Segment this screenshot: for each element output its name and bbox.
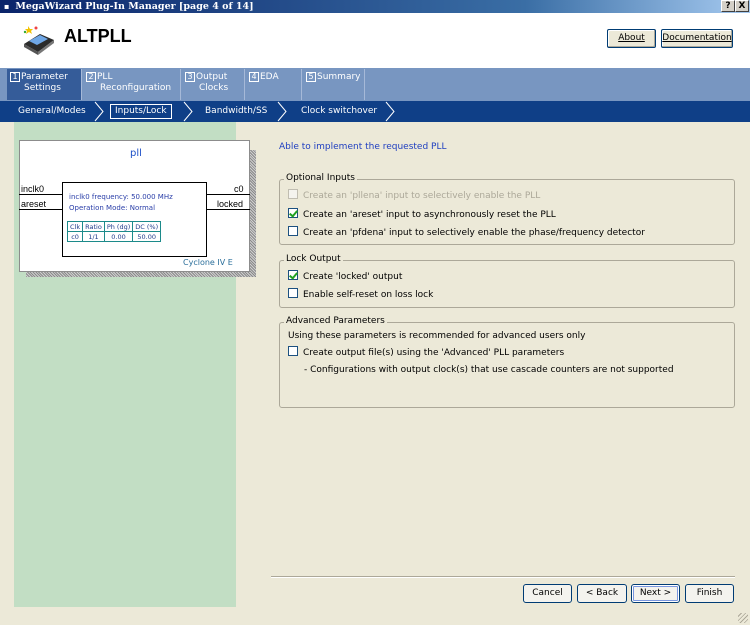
locked-checkbox-option[interactable]: Create 'locked' output bbox=[288, 270, 402, 282]
locked-label: Create 'locked' output bbox=[303, 272, 403, 282]
pin-locked: locked bbox=[217, 199, 244, 209]
table-header: DC (%) bbox=[132, 221, 162, 232]
tab-label: Parameter bbox=[21, 72, 68, 82]
advanced-description: Using these parameters is recommended fo… bbox=[288, 331, 586, 341]
page-title: ALTPLL bbox=[64, 26, 132, 46]
button-separator bbox=[271, 576, 735, 578]
table-cell: 0.00 bbox=[103, 231, 134, 242]
tab-label: Output bbox=[196, 72, 228, 82]
self-reset-checkbox[interactable] bbox=[288, 288, 298, 298]
table-cell: 1/1 bbox=[82, 231, 105, 242]
subtab-general-modes[interactable]: General/Modes bbox=[18, 105, 86, 118]
pin-areset: areset bbox=[21, 199, 47, 209]
subtab-bandwidth-ss[interactable]: Bandwidth/SS bbox=[205, 105, 267, 118]
chevron-right-icon bbox=[277, 101, 287, 122]
cancel-button[interactable]: Cancel bbox=[523, 584, 572, 603]
megawizard-logo-icon bbox=[23, 26, 54, 55]
group-title-advanced-parameters: Advanced Parameters bbox=[284, 316, 387, 326]
lock-output-group bbox=[279, 260, 735, 308]
locked-checkbox[interactable] bbox=[288, 270, 298, 280]
advanced-label: Create output file(s) using the 'Advance… bbox=[303, 348, 565, 358]
subtab-clock-switchover[interactable]: Clock switchover bbox=[301, 105, 377, 118]
main-tab-strip: 1 Parameter Settings 2 PLL Reconfiguration… bbox=[0, 68, 750, 101]
back-button[interactable]: < Back bbox=[577, 584, 627, 603]
pin-line bbox=[19, 194, 62, 195]
pin-inclk0: inclk0 bbox=[21, 184, 45, 194]
diagram-title: pll bbox=[130, 148, 142, 159]
clock-table: Clk Ratio Ph (dg) DC (%) c0 1/1 0.00 50.… bbox=[66, 221, 162, 242]
areset-checkbox-option[interactable]: Create an 'areset' input to asynchronous… bbox=[288, 208, 556, 220]
window-title-bar: ▪ MegaWizard Plug-In Manager [page 4 of … bbox=[0, 0, 750, 13]
pfdena-checkbox[interactable] bbox=[288, 226, 298, 236]
pfdena-checkbox-option[interactable]: Create an 'pfdena' input to selectively … bbox=[288, 226, 645, 238]
tab-label: EDA bbox=[260, 72, 279, 82]
table-header: Clk bbox=[66, 221, 84, 232]
close-button[interactable]: X bbox=[735, 0, 749, 12]
tab-pll-reconfiguration[interactable]: 2 PLL Reconfiguration bbox=[83, 69, 181, 100]
table-header: Ratio bbox=[82, 221, 105, 232]
table-cell: 50.00 bbox=[132, 231, 162, 242]
group-title-lock-output: Lock Output bbox=[284, 254, 343, 264]
table-row: c0 1/1 0.00 50.00 bbox=[66, 231, 162, 242]
chevron-right-icon bbox=[183, 101, 193, 122]
tab-number: 3 bbox=[185, 72, 195, 82]
cascade-counters-note: - Configurations with output clock(s) th… bbox=[304, 365, 674, 375]
pin-line bbox=[19, 209, 62, 210]
finish-button[interactable]: Finish bbox=[685, 584, 734, 603]
pllena-label: Create an 'pllena' input to selectively … bbox=[303, 191, 541, 201]
table-header-row: Clk Ratio Ph (dg) DC (%) bbox=[66, 221, 162, 232]
tab-output-clocks[interactable]: 3 Output Clocks bbox=[182, 69, 245, 100]
advanced-checkbox[interactable] bbox=[288, 346, 298, 356]
tab-label-line2: Clocks bbox=[199, 83, 229, 93]
sub-tab-bar: General/Modes Inputs/Lock Bandwidth/SS C… bbox=[0, 101, 750, 122]
self-reset-label: Enable self-reset on loss lock bbox=[303, 290, 434, 300]
tab-summary[interactable]: 5 Summary bbox=[303, 69, 365, 100]
pin-line bbox=[207, 209, 250, 210]
tab-number: 1 bbox=[10, 72, 20, 82]
table-cell: c0 bbox=[66, 231, 84, 242]
help-button[interactable]: ? bbox=[721, 0, 735, 12]
tab-number: 2 bbox=[86, 72, 96, 82]
operation-mode-text: Operation Mode: Normal bbox=[69, 204, 156, 212]
pllena-checkbox-option[interactable]: Create an 'pllena' input to selectively … bbox=[288, 189, 540, 201]
tab-eda[interactable]: 4 EDA bbox=[246, 69, 302, 100]
tab-number: 4 bbox=[249, 72, 259, 82]
device-family-label: Cyclone IV E bbox=[183, 258, 233, 267]
pllena-checkbox[interactable] bbox=[288, 189, 298, 199]
about-button[interactable]: About bbox=[607, 29, 656, 48]
resize-grip-icon[interactable] bbox=[738, 613, 748, 623]
pfdena-label: Create an 'pfdena' input to selectively … bbox=[303, 228, 645, 238]
self-reset-checkbox-option[interactable]: Enable self-reset on loss lock bbox=[288, 288, 433, 300]
tab-label-line2: Reconfiguration bbox=[100, 83, 172, 93]
pin-c0: c0 bbox=[234, 184, 244, 194]
next-button[interactable]: Next > bbox=[631, 584, 680, 603]
chevron-right-icon bbox=[94, 101, 104, 122]
app-window-icon: ▪ bbox=[4, 1, 10, 11]
pin-line bbox=[207, 194, 250, 195]
group-title-optional-inputs: Optional Inputs bbox=[284, 173, 357, 183]
header: ALTPLL About Documentation bbox=[0, 13, 750, 68]
tab-label: Summary bbox=[317, 72, 361, 82]
inclk0-frequency-text: inclk0 frequency: 50.000 MHz bbox=[69, 193, 173, 201]
chevron-right-icon bbox=[385, 101, 395, 122]
subtab-inputs-lock[interactable]: Inputs/Lock bbox=[110, 104, 172, 119]
areset-label: Create an 'areset' input to asynchronous… bbox=[303, 210, 556, 220]
documentation-button[interactable]: Documentation bbox=[661, 29, 733, 48]
tab-number: 5 bbox=[306, 72, 316, 82]
tab-label-line2: Settings bbox=[24, 83, 61, 93]
window-title: MegaWizard Plug-In Manager [page 4 of 14… bbox=[15, 1, 254, 12]
tab-label: PLL bbox=[97, 72, 113, 82]
table-header: Ph (dg) bbox=[103, 221, 134, 232]
tab-parameter-settings[interactable]: 1 Parameter Settings bbox=[7, 69, 82, 100]
status-message: Able to implement the requested PLL bbox=[279, 142, 447, 152]
areset-checkbox[interactable] bbox=[288, 208, 298, 218]
advanced-checkbox-option[interactable]: Create output file(s) using the 'Advance… bbox=[288, 346, 564, 358]
